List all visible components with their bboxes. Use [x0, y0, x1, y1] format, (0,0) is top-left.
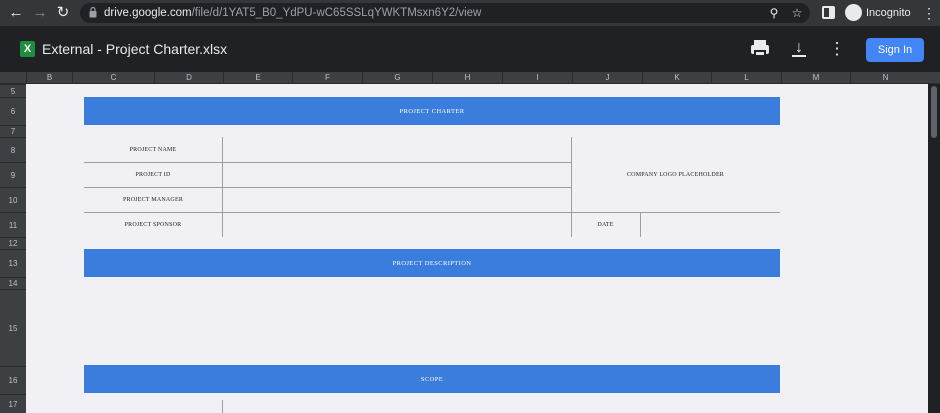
column-header[interactable]: E — [223, 72, 292, 84]
row-header[interactable]: 8 — [0, 137, 26, 162]
corner-cell[interactable] — [0, 72, 26, 84]
project-sponsor-value[interactable] — [222, 212, 571, 237]
date-value[interactable] — [640, 212, 780, 237]
spreadsheet-area[interactable]: PROJECT CHARTER PROJECT NAME PROJECT ID … — [26, 84, 928, 413]
column-header[interactable]: D — [154, 72, 223, 84]
company-logo-placeholder: COMPANY LOGO PLACEHOLDER — [626, 171, 725, 178]
project-name-value[interactable] — [222, 137, 571, 162]
column-header[interactable]: L — [711, 72, 781, 84]
menu-icon[interactable]: ⋮ — [922, 3, 936, 23]
row-header[interactable]: 7 — [0, 125, 26, 137]
row-header[interactable]: 13 — [0, 249, 26, 277]
column-header[interactable]: N — [850, 72, 920, 84]
profile-label[interactable]: Incognito — [866, 0, 911, 26]
table-divider — [222, 400, 223, 413]
more-actions-icon[interactable]: ⋮ — [826, 38, 848, 60]
row-header-column: 5 6 7 8 9 10 11 12 13 14 15 16 17 — [0, 84, 26, 413]
project-id-value[interactable] — [222, 162, 571, 187]
project-charter-header: PROJECT CHARTER — [84, 97, 780, 125]
column-header[interactable]: B — [26, 72, 72, 84]
reload-icon[interactable]: ↻ — [53, 3, 73, 23]
column-header[interactable]: F — [292, 72, 362, 84]
row-header[interactable]: 5 — [0, 84, 26, 97]
address-bar[interactable]: drive.google.com/file/d/1YAT5_B0_YdPU-wC… — [80, 3, 810, 23]
incognito-icon[interactable] — [845, 4, 862, 21]
column-header[interactable]: J — [572, 72, 642, 84]
column-header[interactable]: I — [502, 72, 572, 84]
print-icon[interactable] — [749, 38, 771, 60]
scrollbar-thumb[interactable] — [931, 86, 937, 138]
project-description-header: PROJECT DESCRIPTION — [84, 249, 780, 277]
row-header[interactable]: 10 — [0, 187, 26, 212]
project-sponsor-label: PROJECT SPONSOR — [124, 221, 182, 228]
date-label: DATE — [597, 221, 614, 228]
star-icon[interactable]: ☆ — [789, 5, 805, 21]
forward-icon[interactable]: → — [30, 3, 50, 23]
column-header[interactable]: M — [781, 72, 850, 84]
project-name-label: PROJECT NAME — [129, 146, 177, 153]
download-icon[interactable]: ↓ — [788, 38, 810, 60]
lock-icon[interactable] — [89, 6, 97, 18]
project-manager-value[interactable] — [222, 187, 571, 212]
row-header[interactable]: 17 — [0, 394, 26, 413]
sign-in-button[interactable]: Sign In — [866, 38, 924, 62]
row-header[interactable]: 6 — [0, 97, 26, 125]
zoom-icon[interactable]: ⚲ — [766, 5, 782, 21]
back-icon[interactable]: ← — [6, 3, 26, 23]
project-id-label: PROJECT ID — [135, 171, 171, 178]
column-header[interactable]: K — [642, 72, 711, 84]
project-manager-label: PROJECT MANAGER — [122, 196, 184, 203]
browser-toolbar: ← → ↻ drive.google.com/file/d/1YAT5_B0_Y… — [0, 0, 940, 26]
scope-header: SCOPE — [84, 365, 780, 393]
row-header[interactable]: 11 — [0, 212, 26, 237]
file-title: External - Project Charter.xlsx — [42, 41, 228, 57]
column-header[interactable]: G — [362, 72, 432, 84]
row-header[interactable]: 14 — [0, 277, 26, 289]
column-header[interactable]: C — [72, 72, 154, 84]
row-header[interactable]: 16 — [0, 366, 26, 394]
column-header-row: B C D E F G H I J K L M N — [0, 72, 940, 84]
row-header[interactable]: 15 — [0, 289, 26, 366]
viewer-header: X External - Project Charter.xlsx ↓ ⋮ Si… — [0, 26, 940, 72]
excel-file-icon: X — [20, 41, 35, 57]
project-description-value[interactable] — [84, 277, 780, 366]
row-header[interactable]: 9 — [0, 162, 26, 187]
vertical-scrollbar[interactable] — [928, 84, 940, 413]
side-panel-icon[interactable] — [822, 6, 835, 19]
column-header[interactable]: H — [432, 72, 502, 84]
url-text: drive.google.com/file/d/1YAT5_B0_YdPU-wC… — [104, 7, 482, 19]
row-header[interactable]: 12 — [0, 237, 26, 249]
